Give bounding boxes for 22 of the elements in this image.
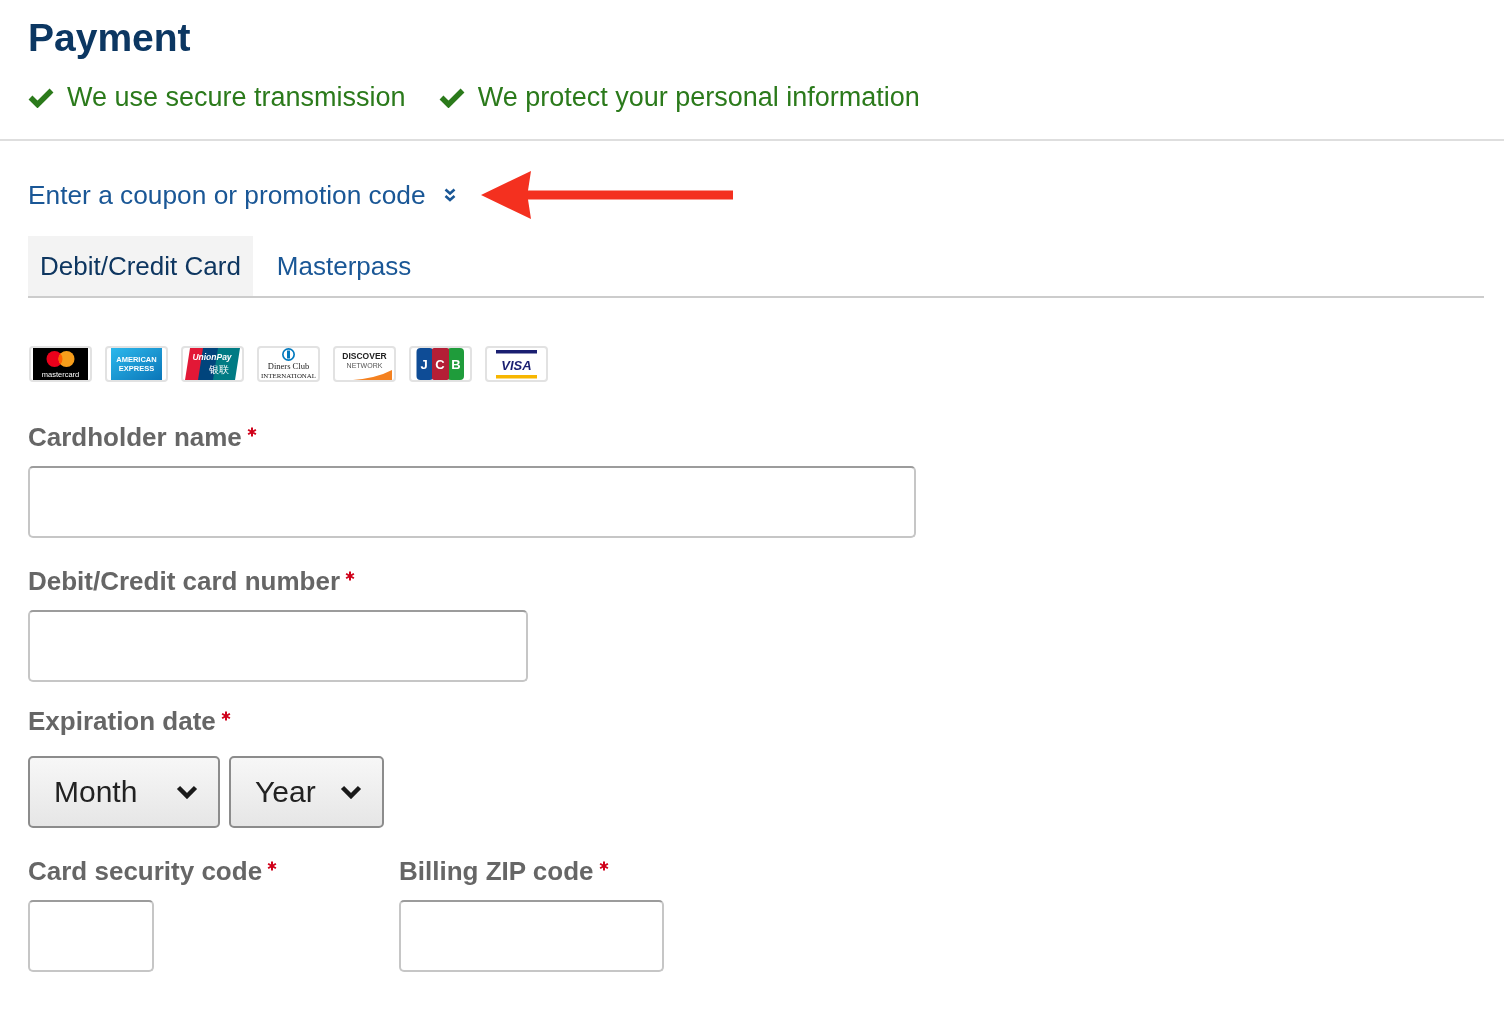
input-field[interactable] xyxy=(28,466,916,538)
field-label: Card security code xyxy=(28,856,263,886)
chevron-down-icon xyxy=(340,785,362,799)
input-field[interactable] xyxy=(399,900,664,972)
field-label: Cardholder name xyxy=(28,422,242,452)
field-label: Debit/Credit card number xyxy=(28,566,341,596)
dropdown[interactable]: Month xyxy=(28,756,220,828)
assurance-text: We protect your personal information xyxy=(477,81,920,113)
assurance-text: We use secure transmission xyxy=(67,81,406,113)
field-label: Expiration date xyxy=(28,706,216,736)
tab[interactable]: Debit/Credit Card xyxy=(28,236,253,296)
coupon-link[interactable]: Enter a coupon or promotion code xyxy=(28,179,456,211)
page-title: Payment xyxy=(28,15,192,61)
input-field[interactable] xyxy=(28,610,528,682)
field-label: Billing ZIP code xyxy=(399,856,594,886)
check-icon xyxy=(28,86,54,108)
chevron-down-icon xyxy=(176,785,198,799)
tab[interactable]: Masterpass xyxy=(264,236,424,296)
check-icon xyxy=(438,86,465,108)
input-field[interactable] xyxy=(28,900,154,972)
dropdown[interactable]: Year xyxy=(229,756,384,828)
card-logo: VISA xyxy=(485,346,548,382)
